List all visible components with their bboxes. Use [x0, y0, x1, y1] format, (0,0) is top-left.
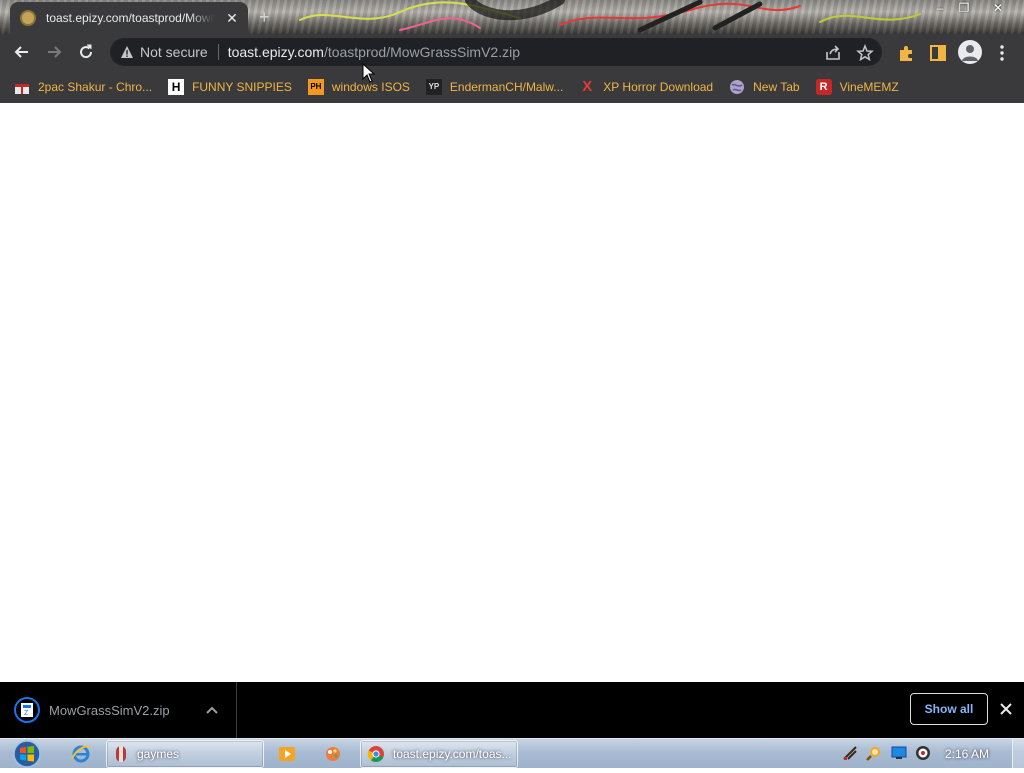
bookmark-label: XP Horror Download	[603, 79, 714, 94]
browser-tab-active[interactable]: toast.epizy.com/toastprod/MowGrassSimV2.…	[10, 2, 248, 34]
tab-title: toast.epizy.com/toastprod/MowGrassSimV2.…	[46, 11, 214, 25]
tray-network-icon[interactable]	[891, 746, 907, 760]
new-tab-button[interactable]: +	[259, 7, 270, 27]
gift-icon	[14, 79, 30, 95]
profile-avatar[interactable]	[958, 40, 982, 64]
taskbar-media-player[interactable]	[278, 740, 302, 768]
chrome-icon	[367, 746, 384, 763]
bookmark-label: VineMEMZ	[839, 79, 899, 94]
svg-text:Z: Z	[24, 710, 29, 717]
side-panel-button[interactable]	[928, 43, 948, 63]
folder-icon	[116, 746, 126, 762]
arrow-right-icon	[48, 46, 62, 58]
reload-icon	[80, 44, 93, 59]
minimize-button[interactable]: –	[928, 0, 952, 16]
window-titlebar: toast.epizy.com/toastprod/MowGrassSimV2.…	[0, 0, 1024, 34]
bookmark-item[interactable]: X XP Horror Download	[579, 78, 714, 95]
omnibox-divider	[217, 44, 219, 60]
maximize-button[interactable]: ❐	[952, 0, 976, 16]
browser-menu-button[interactable]	[994, 43, 1010, 63]
security-indicator-label[interactable]: Not secure	[140, 44, 208, 60]
tray-search-icon[interactable]	[866, 745, 882, 761]
h-logo-icon: H	[168, 78, 185, 95]
globe-icon	[729, 79, 745, 95]
tray-volume-icon[interactable]	[915, 745, 931, 761]
back-button[interactable]	[6, 36, 38, 68]
close-icon[interactable]	[998, 701, 1014, 717]
bookmark-item[interactable]: 2pac Shakur - Chro...	[14, 79, 152, 95]
taskbar-app[interactable]	[324, 740, 348, 768]
taskbar-item-label: gaymes	[137, 747, 180, 761]
zip-file-icon: Z	[14, 697, 40, 723]
chevron-up-icon[interactable]	[204, 702, 220, 718]
bookmarks-bar: 2pac Shakur - Chro... H FUNNY SNIPPIES P…	[0, 70, 1024, 103]
url-host: toast.epizy.com	[227, 44, 324, 60]
window-close-button[interactable]: ✕	[986, 0, 1010, 16]
download-shelf: Z MowGrassSimV2.zip Show all	[0, 682, 1024, 738]
r-logo-icon: R	[815, 78, 832, 95]
taskbar-item-gaymes[interactable]: gaymes	[106, 740, 264, 768]
download-item[interactable]: Z MowGrassSimV2.zip	[0, 682, 237, 738]
x-logo-icon: X	[582, 78, 593, 95]
bookmark-label: EndermanCH/Malw...	[449, 79, 564, 94]
bookmark-item[interactable]: R VineMEMZ	[815, 78, 899, 95]
bookmark-label: FUNNY SNIPPIES	[192, 79, 292, 94]
kebab-menu-icon	[1000, 45, 1004, 61]
yp-logo-icon: YP	[425, 78, 442, 95]
bookmark-item[interactable]: PH windows ISOS	[307, 78, 410, 95]
windows-orb-icon	[13, 740, 41, 768]
internet-explorer-icon	[71, 745, 91, 763]
side-panel-icon	[930, 45, 946, 61]
show-desktop-button[interactable]	[1012, 739, 1024, 768]
page-content-area	[0, 103, 1024, 682]
extensions-button[interactable]	[896, 43, 916, 63]
forward-button[interactable]	[38, 36, 70, 68]
taskbar-item-label: toast.epizy.com/toas...	[393, 747, 512, 761]
puzzle-icon	[900, 46, 912, 61]
person-icon	[962, 45, 978, 61]
arrow-left-icon	[14, 46, 28, 58]
bookmark-item[interactable]: New Tab	[729, 79, 800, 95]
tray-action-center-icon[interactable]	[842, 745, 858, 761]
tab-close-icon[interactable]: ✕	[224, 10, 240, 27]
bookmark-star-icon[interactable]	[856, 44, 874, 62]
ph-logo-icon: PH	[307, 78, 324, 95]
taskbar-clock[interactable]: 2:16 AM	[945, 747, 989, 761]
reload-button[interactable]	[70, 36, 102, 68]
bookmark-item[interactable]: YP EndermanCH/Malw...	[425, 78, 564, 95]
bookmark-label: 2pac Shakur - Chro...	[38, 79, 153, 94]
share-icon[interactable]	[824, 44, 842, 62]
paint-icon	[326, 747, 340, 761]
start-button[interactable]	[8, 740, 46, 770]
taskbar-item-chrome[interactable]: toast.epizy.com/toas...	[360, 740, 518, 768]
address-bar[interactable]: Not secure toast.epizy.com/toastprod/Mow…	[110, 38, 882, 66]
download-file-name: MowGrassSimV2.zip	[49, 702, 170, 718]
url-path: /toastprod/MowGrassSimV2.zip	[323, 44, 521, 60]
windows-taskbar: gaymes toast.epizy.com/toas... 2:16 AM	[0, 738, 1024, 768]
media-player-icon	[279, 747, 295, 761]
bookmark-item[interactable]: H FUNNY SNIPPIES	[168, 78, 292, 95]
taskbar-ie[interactable]	[70, 740, 94, 768]
site-favicon-icon	[20, 10, 36, 26]
warning-triangle-icon	[121, 46, 133, 58]
show-all-button[interactable]: Show all	[910, 693, 988, 725]
bookmark-label: New Tab	[753, 79, 800, 94]
bookmark-label: windows ISOS	[331, 79, 410, 94]
